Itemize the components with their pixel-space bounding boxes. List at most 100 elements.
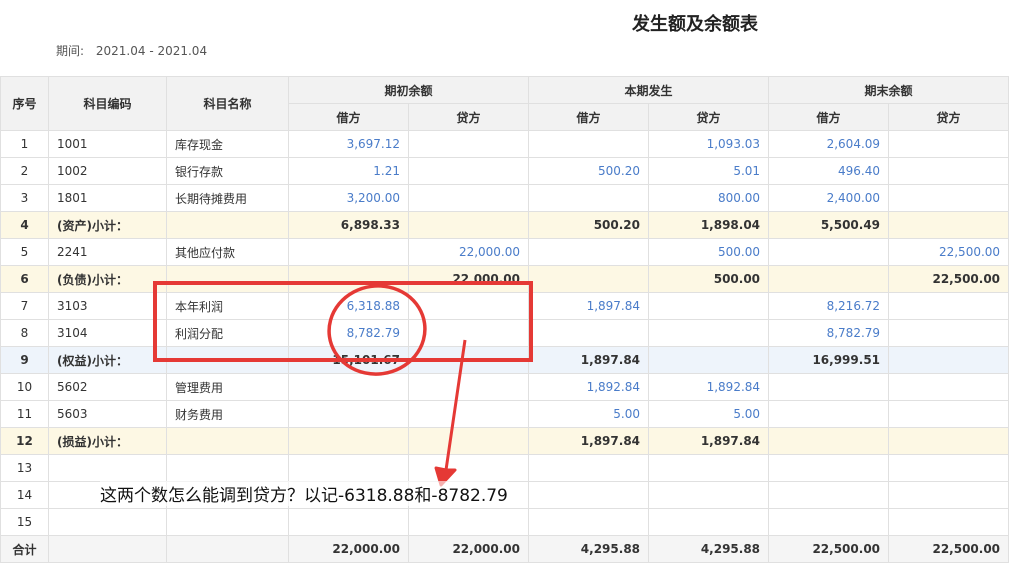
current-debit-cell xyxy=(528,265,650,293)
name-cell xyxy=(166,508,289,536)
seq-cell: 6 xyxy=(0,265,49,293)
opening-credit-cell xyxy=(407,346,530,374)
annotation-note: 这两个数怎么能调到贷方？以记-6318.88和-8782.79 xyxy=(100,481,508,506)
total-label: 合计 xyxy=(0,535,49,563)
seq-cell: 4 xyxy=(0,211,49,239)
table-row[interactable]: 7 3103 本年利润 6,318.88 1,897.84 8,216.72 xyxy=(0,292,1010,320)
opening-debit-cell: 3,697.12 xyxy=(288,130,409,158)
table-row[interactable]: 15 xyxy=(0,508,1010,536)
code-cell: (权益)小计： xyxy=(48,346,167,374)
seq-cell: 10 xyxy=(0,373,49,401)
closing-debit-cell xyxy=(768,238,890,266)
code-cell: (资产)小计： xyxy=(48,211,167,239)
current-credit-cell: 500.00 xyxy=(648,238,770,266)
closing-credit-cell xyxy=(888,319,1010,347)
table-row[interactable]: 5 2241 其他应付款 22,000.00 500.00 22,500.00 xyxy=(0,238,1010,266)
header-opening: 期初余额 xyxy=(287,76,530,104)
code-cell: 5603 xyxy=(48,400,167,428)
current-debit-cell xyxy=(528,454,650,482)
period-line: 期间: 2021.04 - 2021.04 xyxy=(56,42,207,59)
closing-debit-cell: 2,400.00 xyxy=(768,184,890,212)
name-cell xyxy=(166,211,289,239)
current-debit-cell: 1,892.84 xyxy=(528,373,650,401)
name-cell: 其他应付款 xyxy=(166,238,289,266)
seq-cell: 7 xyxy=(0,292,49,320)
header-seq: 序号 xyxy=(0,76,49,131)
name-cell: 银行存款 xyxy=(166,157,289,185)
closing-credit-cell: 22,500.00 xyxy=(888,238,1010,266)
current-debit-cell: 1,897.84 xyxy=(528,427,650,455)
current-credit-cell: 5.00 xyxy=(648,400,770,428)
seq-cell: 2 xyxy=(0,157,49,185)
opening-debit-cell xyxy=(288,373,409,401)
opening-debit-cell: 3,200.00 xyxy=(288,184,409,212)
table-row[interactable]: 9 (权益)小计： 15,101.67 1,897.84 16,999.51 xyxy=(0,346,1010,374)
closing-debit-cell: 2,604.09 xyxy=(768,130,890,158)
total-row: 合计 22,000.00 22,000.00 4,295.88 4,295.88… xyxy=(0,535,1010,563)
closing-credit-cell xyxy=(888,292,1010,320)
current-debit-cell: 1,897.84 xyxy=(528,292,650,320)
closing-debit-cell xyxy=(768,427,890,455)
table-row[interactable]: 1 1001 库存现金 3,697.12 1,093.03 2,604.09 xyxy=(0,130,1010,158)
opening-debit-cell: 6,898.33 xyxy=(288,211,409,239)
current-debit-cell xyxy=(528,508,650,536)
current-debit-cell: 500.20 xyxy=(528,211,650,239)
opening-credit-cell xyxy=(407,184,530,212)
header-name: 科目名称 xyxy=(166,76,289,131)
table-row[interactable]: 12 (损益)小计： 1,897.84 1,897.84 xyxy=(0,427,1010,455)
opening-credit-cell: 22,000.00 xyxy=(407,238,530,266)
closing-debit-cell xyxy=(768,454,890,482)
total-name-cell xyxy=(166,535,289,563)
header-opening-credit: 贷方 xyxy=(407,103,530,131)
table-row[interactable]: 8 3104 利润分配 8,782.79 8,782.79 xyxy=(0,319,1010,347)
closing-credit-cell xyxy=(888,184,1010,212)
closing-credit-cell xyxy=(888,130,1010,158)
total-opening-debit: 22,000.00 xyxy=(288,535,409,563)
opening-credit-cell: 22,000.00 xyxy=(407,265,530,293)
name-cell: 财务费用 xyxy=(166,400,289,428)
code-cell: 1801 xyxy=(48,184,167,212)
total-closing-debit: 22,500.00 xyxy=(768,535,890,563)
closing-credit-cell xyxy=(888,157,1010,185)
name-cell: 利润分配 xyxy=(166,319,289,347)
table-row[interactable]: 6 (负债)小计： 22,000.00 500.00 22,500.00 xyxy=(0,265,1010,293)
seq-cell: 13 xyxy=(0,454,49,482)
table-row[interactable]: 11 5603 财务费用 5.00 5.00 xyxy=(0,400,1010,428)
closing-debit-cell xyxy=(768,400,890,428)
code-cell xyxy=(48,508,167,536)
total-closing-credit: 22,500.00 xyxy=(888,535,1010,563)
current-debit-cell: 1,897.84 xyxy=(528,346,650,374)
header-closing-debit: 借方 xyxy=(768,103,890,131)
opening-credit-cell xyxy=(407,130,530,158)
current-credit-cell xyxy=(648,481,770,509)
header-current-credit: 贷方 xyxy=(648,103,770,131)
closing-credit-cell xyxy=(888,346,1010,374)
header-current-debit: 借方 xyxy=(528,103,650,131)
table-row[interactable]: 13 xyxy=(0,454,1010,482)
table-row[interactable]: 4 (资产)小计： 6,898.33 500.20 1,898.04 5,500.49 xyxy=(0,211,1010,239)
header-closing: 期末余额 xyxy=(768,76,1010,104)
closing-credit-cell xyxy=(888,481,1010,509)
code-cell: 1002 xyxy=(48,157,167,185)
table-row[interactable]: 10 5602 管理费用 1,892.84 1,892.84 xyxy=(0,373,1010,401)
name-cell: 长期待摊费用 xyxy=(166,184,289,212)
seq-cell: 1 xyxy=(0,130,49,158)
current-debit-cell: 5.00 xyxy=(528,400,650,428)
seq-cell: 11 xyxy=(0,400,49,428)
closing-debit-cell: 8,216.72 xyxy=(768,292,890,320)
total-opening-credit: 22,000.00 xyxy=(407,535,530,563)
seq-cell: 3 xyxy=(0,184,49,212)
opening-debit-cell xyxy=(288,265,409,293)
closing-debit-cell: 8,782.79 xyxy=(768,319,890,347)
name-cell xyxy=(166,265,289,293)
table-row[interactable]: 3 1801 长期待摊费用 3,200.00 800.00 2,400.00 xyxy=(0,184,1010,212)
seq-cell: 5 xyxy=(0,238,49,266)
closing-credit-cell xyxy=(888,211,1010,239)
name-cell: 管理费用 xyxy=(166,373,289,401)
closing-debit-cell xyxy=(768,265,890,293)
code-cell: 2241 xyxy=(48,238,167,266)
current-credit-cell: 800.00 xyxy=(648,184,770,212)
current-credit-cell: 1,897.84 xyxy=(648,427,770,455)
seq-cell: 15 xyxy=(0,508,49,536)
table-row[interactable]: 2 1002 银行存款 1.21 500.20 5.01 496.40 xyxy=(0,157,1010,185)
